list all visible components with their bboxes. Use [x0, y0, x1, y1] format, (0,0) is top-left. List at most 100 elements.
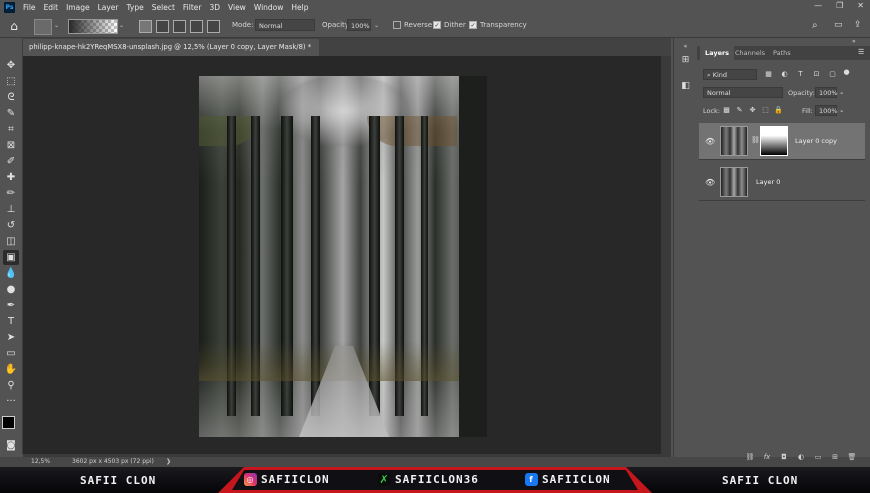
- diamond-gradient-button[interactable]: [207, 20, 220, 33]
- status-menu-arrow[interactable]: ❯: [166, 457, 171, 467]
- path-selection-tool-icon[interactable]: ➤: [3, 330, 19, 345]
- new-group-icon[interactable]: ▭: [813, 452, 823, 462]
- smart-object-filter-icon[interactable]: ▢: [828, 70, 837, 79]
- brush-tool-icon[interactable]: ✏: [3, 186, 19, 201]
- visibility-eye-icon[interactable]: 👁: [705, 137, 715, 146]
- quick-selection-tool-icon[interactable]: ✎: [3, 106, 19, 121]
- menu-file[interactable]: File: [19, 3, 40, 12]
- pen-tool-icon[interactable]: ✒: [3, 298, 19, 313]
- menu-view[interactable]: View: [224, 3, 250, 12]
- lasso-tool-icon[interactable]: ᘓ: [3, 90, 19, 105]
- fx-icon[interactable]: fx: [762, 452, 772, 462]
- menu-edit[interactable]: Edit: [40, 3, 63, 12]
- angle-gradient-button[interactable]: [173, 20, 186, 33]
- filter-kind-select[interactable]: ⌕ Kind: [703, 69, 757, 80]
- close-button[interactable]: ✕: [857, 1, 864, 10]
- adjustment-filter-icon[interactable]: ◐: [780, 70, 789, 79]
- shape-filter-icon[interactable]: ⊡: [812, 70, 821, 79]
- lock-artboard-icon[interactable]: ⬚: [761, 106, 770, 115]
- home-icon[interactable]: ⌂: [6, 18, 22, 34]
- collapse-panel-icon[interactable]: »: [852, 38, 856, 45]
- layer-name[interactable]: Layer 0 copy: [795, 137, 837, 145]
- panel-menu-icon[interactable]: ☰: [858, 48, 864, 56]
- eyedropper-tool-icon[interactable]: ✐: [3, 154, 19, 169]
- layer-mask-thumbnail[interactable]: [760, 126, 788, 156]
- workspace-icon[interactable]: ▭: [834, 20, 843, 30]
- menu-type[interactable]: Type: [123, 3, 148, 12]
- new-layer-icon[interactable]: ⊞: [830, 452, 840, 462]
- document-tab[interactable]: philipp-knape-hk2YReqMSX8-unsplash.jpg @…: [23, 39, 319, 68]
- dodge-tool-icon[interactable]: ●: [3, 282, 19, 297]
- chevron-down-icon[interactable]: ⌄: [839, 88, 844, 96]
- blend-mode-select[interactable]: Normal: [703, 87, 783, 98]
- tab-paths[interactable]: Paths: [768, 46, 796, 60]
- menu-select[interactable]: Select: [148, 3, 179, 12]
- zoom-level[interactable]: 12,5%: [31, 457, 50, 467]
- menu-window[interactable]: Window: [250, 3, 288, 12]
- marquee-tool-icon[interactable]: ⬚: [3, 74, 19, 89]
- document-image[interactable]: [199, 76, 487, 437]
- layer-opacity-field[interactable]: 100%: [815, 87, 838, 98]
- type-filter-icon[interactable]: T: [796, 70, 805, 79]
- menu-help[interactable]: Help: [287, 3, 312, 12]
- rectangle-tool-icon[interactable]: ▭: [3, 346, 19, 361]
- linear-gradient-button[interactable]: [139, 20, 152, 33]
- chevron-down-icon[interactable]: ⌄: [839, 106, 844, 114]
- collapse-panels-icon[interactable]: «: [679, 40, 692, 53]
- eraser-tool-icon[interactable]: ◫: [3, 234, 19, 249]
- healing-brush-tool-icon[interactable]: ✚: [3, 170, 19, 185]
- opacity-field[interactable]: 100%: [347, 19, 371, 31]
- fill-field[interactable]: 100%: [815, 105, 838, 116]
- crop-tool-icon[interactable]: ⌗: [3, 122, 19, 137]
- share-icon[interactable]: ⇪: [854, 20, 862, 30]
- add-mask-icon[interactable]: ◘: [779, 452, 789, 462]
- quick-mask-icon[interactable]: ◙: [3, 438, 19, 453]
- adjustments-icon[interactable]: ◧: [679, 80, 692, 93]
- lock-all-icon[interactable]: 🔒: [774, 106, 783, 115]
- foreground-color-swatch[interactable]: [2, 416, 15, 429]
- reverse-checkbox[interactable]: [393, 21, 401, 29]
- menu-3d[interactable]: 3D: [205, 3, 224, 12]
- layer-row-layer-0[interactable]: 👁 Layer 0: [699, 164, 865, 201]
- lock-position-icon[interactable]: ✥: [748, 106, 757, 115]
- menu-image[interactable]: Image: [62, 3, 94, 12]
- dither-checkbox[interactable]: ✓: [433, 21, 441, 29]
- move-tool-icon[interactable]: ✥: [3, 58, 19, 73]
- radial-gradient-button[interactable]: [156, 20, 169, 33]
- visibility-eye-icon[interactable]: 👁: [705, 178, 715, 187]
- clone-stamp-tool-icon[interactable]: ⊥: [3, 202, 19, 217]
- reflected-gradient-button[interactable]: [190, 20, 203, 33]
- chevron-down-icon[interactable]: ⌄: [119, 22, 124, 29]
- mode-select[interactable]: Normal: [255, 19, 315, 31]
- chevron-down-icon[interactable]: ⌄: [374, 22, 379, 29]
- pixel-filter-icon[interactable]: ▦: [764, 70, 773, 79]
- minimize-button[interactable]: —: [814, 1, 822, 10]
- lock-pixels-icon[interactable]: ✎: [735, 106, 744, 115]
- lock-transparent-icon[interactable]: ▩: [722, 106, 731, 115]
- mask-link-icon[interactable]: ⛓: [751, 136, 760, 144]
- layer-name[interactable]: Layer 0: [756, 178, 780, 186]
- tool-preset-picker[interactable]: [34, 19, 52, 35]
- menu-filter[interactable]: Filter: [179, 3, 206, 12]
- hand-tool-icon[interactable]: ✋: [3, 362, 19, 377]
- chevron-down-icon[interactable]: ⌄: [54, 22, 59, 29]
- trash-icon[interactable]: 🗑: [847, 452, 857, 462]
- vertical-scrollbar[interactable]: [661, 56, 671, 454]
- transparency-checkbox[interactable]: ✓: [469, 21, 477, 29]
- blur-tool-icon[interactable]: 💧: [3, 266, 19, 281]
- link-layers-icon[interactable]: ⛓: [745, 452, 755, 462]
- search-icon[interactable]: ⌕: [812, 20, 818, 31]
- type-tool-icon[interactable]: T: [3, 314, 19, 329]
- zoom-tool-icon[interactable]: ⚲: [3, 378, 19, 393]
- tab-channels[interactable]: Channels: [730, 46, 770, 60]
- tab-layers[interactable]: Layers: [700, 46, 735, 60]
- layer-row-layer-0-copy[interactable]: 👁 ⛓ Layer 0 copy: [699, 123, 865, 160]
- adjustment-layer-icon[interactable]: ◐: [796, 452, 806, 462]
- gradient-tool-icon[interactable]: ▣: [3, 250, 19, 265]
- menu-layer[interactable]: Layer: [94, 3, 123, 12]
- frame-tool-icon[interactable]: ⊠: [3, 138, 19, 153]
- filter-toggle-icon[interactable]: ●: [842, 68, 851, 77]
- learn-icon[interactable]: ⊞: [679, 54, 692, 67]
- more-tools-icon[interactable]: ···: [3, 394, 19, 409]
- restore-button[interactable]: ❐: [836, 1, 843, 10]
